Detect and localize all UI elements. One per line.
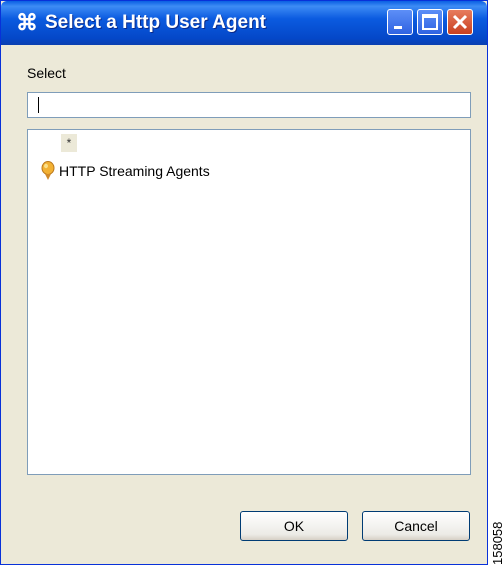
- window-title: Select a Http User Agent: [45, 12, 267, 33]
- minimize-icon: [394, 26, 402, 29]
- maximize-button[interactable]: [417, 9, 443, 35]
- tree-item-label: HTTP Streaming Agents: [59, 163, 210, 179]
- agent-bulb-icon: [41, 161, 55, 180]
- title-bar[interactable]: ⌘ Select a Http User Agent: [1, 1, 487, 45]
- search-input[interactable]: [27, 92, 471, 118]
- maximize-icon: [422, 14, 438, 30]
- ok-button[interactable]: OK: [240, 511, 348, 541]
- app-icon: ⌘: [16, 10, 38, 35]
- tree-item-http-streaming-agents[interactable]: HTTP Streaming Agents: [40, 160, 210, 182]
- close-button[interactable]: [447, 9, 473, 35]
- cancel-button[interactable]: Cancel: [362, 511, 470, 541]
- close-icon: [452, 14, 468, 30]
- figure-id: 158058: [490, 521, 502, 565]
- text-caret: [38, 97, 39, 113]
- minimize-button[interactable]: [387, 9, 413, 35]
- select-label: Select: [27, 65, 66, 81]
- dialog-window: ⌘ Select a Http User Agent Select * HTTP…: [0, 0, 488, 565]
- agent-tree[interactable]: * HTTP Streaming Agents: [27, 129, 471, 475]
- filter-marker: *: [61, 134, 77, 152]
